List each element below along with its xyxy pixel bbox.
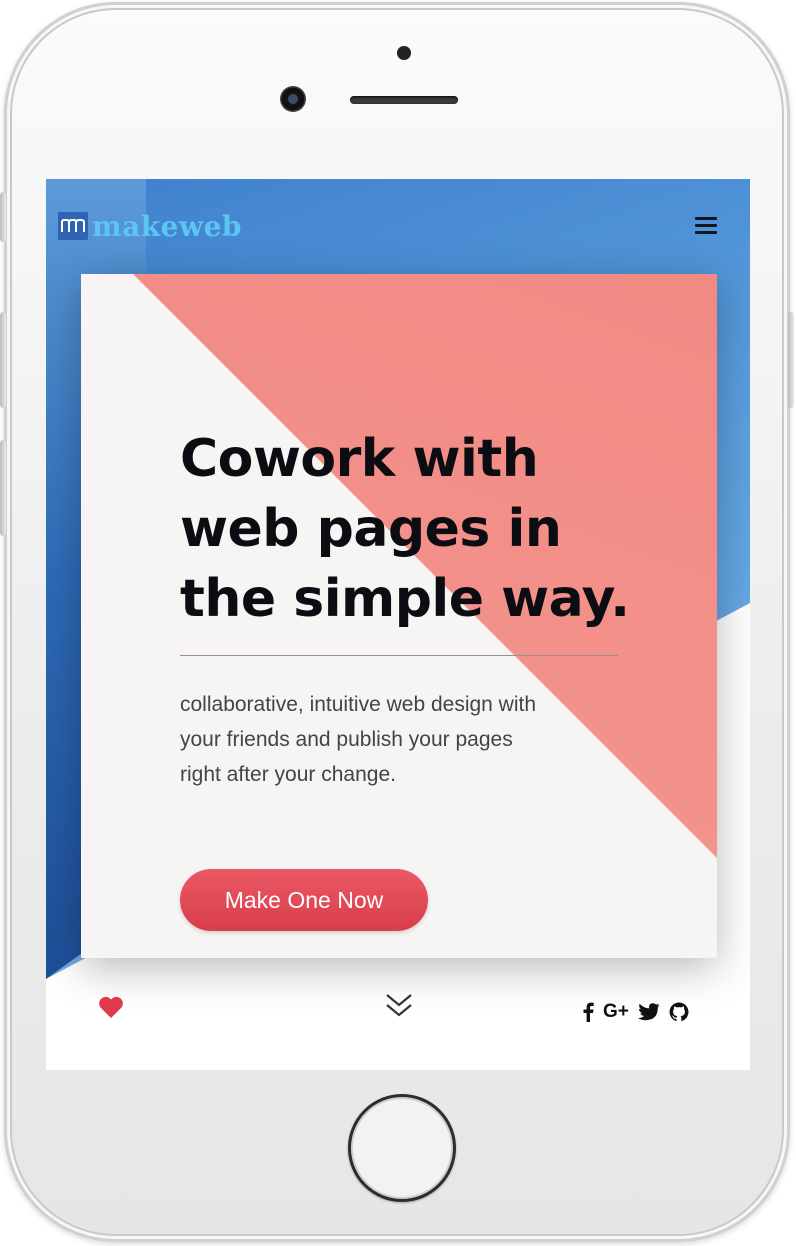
screen: makeweb Cowork with web pages in the sim… <box>46 179 750 1070</box>
description-line: collaborative, intuitive web design with <box>180 693 537 716</box>
description-line: right after your change. <box>180 763 396 786</box>
volume-up-button <box>0 312 6 408</box>
hamburger-menu-icon[interactable] <box>695 217 717 235</box>
double-chevron-down-icon[interactable] <box>384 992 414 1020</box>
hero-headline: Cowork with web pages in the simple way. <box>180 424 660 634</box>
headline-line: web pages in <box>180 499 562 559</box>
social-links: G+ <box>582 1001 698 1023</box>
hero-description: collaborative, intuitive web design with… <box>180 687 640 792</box>
google-plus-icon[interactable]: G+ <box>603 1001 629 1023</box>
github-icon[interactable] <box>669 1001 689 1023</box>
heart-icon[interactable] <box>98 995 124 1019</box>
headline-line: Cowork with <box>180 429 539 489</box>
mute-switch <box>0 192 6 242</box>
facebook-icon[interactable] <box>582 1001 594 1023</box>
logo-text: makeweb <box>92 209 242 243</box>
twitter-icon[interactable] <box>637 1001 660 1023</box>
volume-down-button <box>0 440 6 536</box>
divider <box>180 655 618 656</box>
logo[interactable]: makeweb <box>58 209 242 243</box>
power-button <box>788 312 794 408</box>
description-line: your friends and publish your pages <box>180 728 513 751</box>
proximity-sensor <box>397 46 411 60</box>
earpiece-speaker <box>350 96 458 104</box>
hero-card: Cowork with web pages in the simple way.… <box>81 274 717 958</box>
make-one-now-button[interactable]: Make One Now <box>180 869 428 931</box>
front-camera <box>280 86 306 112</box>
home-button[interactable] <box>348 1094 456 1202</box>
headline-line: the simple way. <box>180 569 630 629</box>
logo-mark-icon <box>58 212 88 240</box>
